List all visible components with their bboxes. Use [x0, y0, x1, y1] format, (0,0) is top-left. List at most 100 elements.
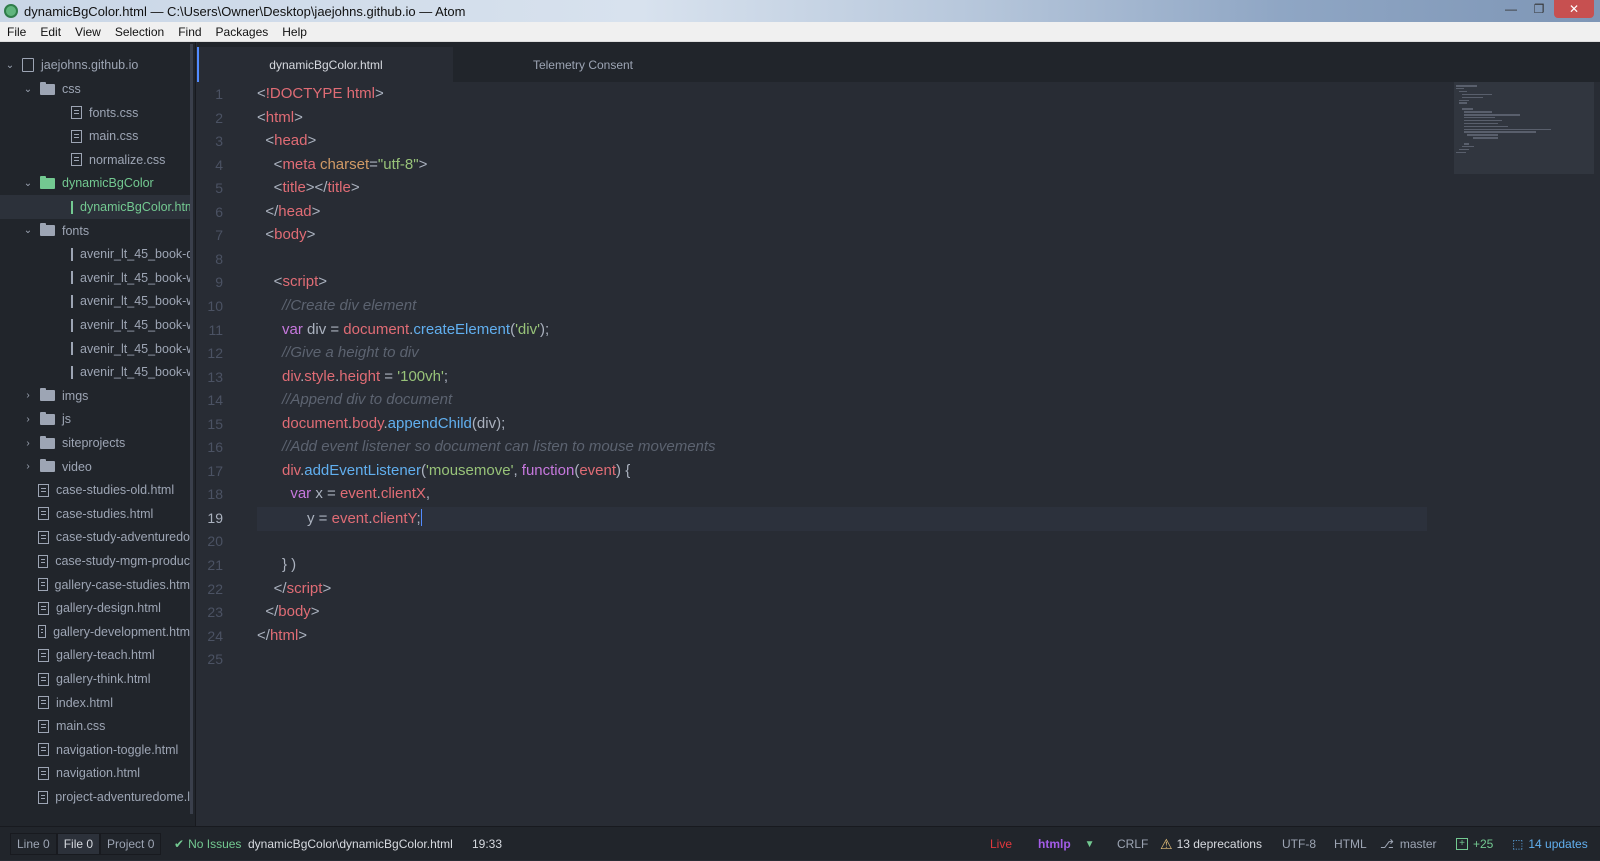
tree-folder[interactable]: › siteprojects	[0, 431, 190, 455]
code-line[interactable]: <html>	[257, 109, 303, 126]
menu-selection[interactable]: Selection	[108, 25, 171, 39]
tree-folder[interactable]: ⌄ css	[0, 77, 190, 101]
chevron-down-icon[interactable]: ⌄	[22, 178, 34, 189]
tree-file[interactable]: case-study-mgm-produc	[0, 549, 190, 573]
git-diff-status[interactable]: + +25	[1456, 827, 1493, 861]
deprecation-status[interactable]: ⚠ 13 deprecations	[1160, 827, 1262, 861]
menu-help[interactable]: Help	[275, 25, 314, 39]
tree-file[interactable]: avenir_lt_45_book-we	[0, 337, 190, 361]
package-updates[interactable]: ⬚ 14 updates	[1512, 827, 1588, 861]
tab-telemetry-consent[interactable]: Telemetry Consent	[455, 47, 711, 82]
code-line[interactable]: y = event.clientY;	[257, 508, 423, 527]
tree-file[interactable]: gallery-think.html	[0, 667, 190, 691]
linter-file-tab[interactable]: File 0	[56, 833, 101, 855]
tab-dynamicbgcolor[interactable]: dynamicBgColor.html	[197, 47, 453, 82]
code-line[interactable]: //Add event listener so document can lis…	[257, 438, 716, 455]
tree-file[interactable]: case-study-adventuredo	[0, 525, 190, 549]
chevron-right-icon[interactable]: ›	[22, 414, 34, 425]
code-line[interactable]: //Append div to document	[257, 391, 452, 408]
file-encoding[interactable]: UTF-8	[1282, 827, 1316, 861]
code-line[interactable]: </script>	[257, 580, 332, 597]
code-line[interactable]: <body>	[257, 226, 315, 243]
code-line[interactable]: } )	[257, 556, 296, 573]
tree-file[interactable]: index.html	[0, 691, 190, 715]
file-icon	[38, 790, 49, 804]
minimap[interactable]	[1454, 82, 1594, 174]
live-server-status[interactable]: Live	[990, 827, 1012, 861]
tree-file[interactable]: navigation-toggle.html	[0, 738, 190, 762]
window-title: dynamicBgColor.html — C:\Users\Owner\Des…	[24, 3, 466, 19]
file-icon	[38, 578, 48, 592]
linter-line-tab[interactable]: Line 0	[10, 833, 57, 855]
tree-file[interactable]: navigation.html	[0, 761, 190, 785]
linter-status[interactable]: ✔ No Issues	[174, 827, 241, 861]
code-line[interactable]: </html>	[257, 627, 307, 644]
tree-file[interactable]: avenir_lt_45_book-we	[0, 266, 190, 290]
tree-file[interactable]: project-adventuredome.l	[0, 785, 190, 809]
tree-file[interactable]: main.css	[0, 714, 190, 738]
linter-project-tab[interactable]: Project 0	[100, 833, 162, 855]
line-number: 17	[207, 462, 223, 479]
menu-packages[interactable]: Packages	[209, 25, 276, 39]
tree-item-label: video	[62, 459, 92, 474]
minimize-button[interactable]: —	[1498, 0, 1524, 18]
code-line[interactable]: <script>	[257, 273, 327, 290]
close-button[interactable]: ✕	[1554, 0, 1594, 18]
tree-scrollbar[interactable]	[190, 44, 193, 814]
code-line[interactable]: //Create div element	[257, 297, 416, 314]
code-line[interactable]: div.addEventListener('mousemove', functi…	[257, 462, 630, 479]
tree-file[interactable]: gallery-case-studies.htm	[0, 573, 190, 597]
menu-view[interactable]: View	[68, 25, 108, 39]
tree-folder[interactable]: › imgs	[0, 384, 190, 408]
code-line[interactable]: </head>	[257, 203, 320, 220]
code-token: (div);	[471, 414, 506, 432]
text-editor[interactable]: 1 2 3 4 5 6 7 8 9 10 11 12 13 14 15 16 17 18 19 20 21 22 23 24 2…	[197, 82, 1600, 826]
tree-folder[interactable]: ⌄ dynamicBgColor	[0, 171, 190, 195]
git-branch[interactable]: ⎇ master	[1380, 827, 1437, 861]
chevron-right-icon[interactable]: ›	[22, 438, 34, 449]
tree-file[interactable]: gallery-design.html	[0, 596, 190, 620]
code-line[interactable]: <title></title>	[257, 179, 360, 196]
code-line[interactable]: </body>	[257, 603, 319, 620]
tree-folder[interactable]: ⌄ fonts	[0, 219, 190, 243]
tree-file[interactable]: fonts.css	[0, 101, 190, 125]
line-ending[interactable]: CRLF	[1117, 827, 1148, 861]
tree-root[interactable]: ⌄ jaejohns.github.io	[0, 53, 190, 77]
tree-file[interactable]: dynamicBgColor.html	[0, 195, 190, 219]
code-line[interactable]: var x = event.clientX,	[257, 485, 430, 502]
tree-file[interactable]: avenir_lt_45_book-we	[0, 313, 190, 337]
cursor-position[interactable]: 19:33	[472, 827, 502, 861]
grammar-selector[interactable]: HTML	[1334, 827, 1367, 861]
menu-edit[interactable]: Edit	[33, 25, 68, 39]
tree-folder[interactable]: › js	[0, 407, 190, 431]
tree-file[interactable]: gallery-teach.html	[0, 643, 190, 667]
code-token: charset	[319, 155, 370, 173]
chevron-down-icon[interactable]: ⌄	[22, 84, 34, 95]
tree-file[interactable]: gallery-development.htm	[0, 620, 190, 644]
code-line[interactable]: <meta charset="utf-8">	[257, 155, 428, 173]
tree-file[interactable]: main.css	[0, 124, 190, 148]
code-line[interactable]: //Give a height to div	[257, 344, 419, 361]
tree-file[interactable]: case-studies-old.html	[0, 478, 190, 502]
file-path[interactable]: dynamicBgColor\dynamicBgColor.html	[248, 827, 453, 861]
tree-file[interactable]: avenir_lt_45_book-we	[0, 360, 190, 384]
code-line[interactable]: document.body.appendChild(div);	[257, 415, 505, 432]
code-line[interactable]: div.style.height = '100vh';	[257, 368, 448, 385]
maximize-button[interactable]: ❐	[1526, 0, 1552, 18]
minimap-line	[1464, 116, 1496, 119]
code-line[interactable]: <!DOCTYPE html>	[257, 85, 384, 102]
menu-find[interactable]: Find	[171, 25, 208, 39]
tree-folder[interactable]: › video	[0, 455, 190, 479]
tree-file[interactable]: normalize.css	[0, 148, 190, 172]
tree-file[interactable]: avenir_lt_45_book-de	[0, 242, 190, 266]
tree-item-label: main.css	[56, 719, 106, 734]
code-line[interactable]: <head>	[257, 132, 316, 149]
htmlp-status[interactable]: htmlp ▼	[1038, 827, 1095, 861]
chevron-down-icon[interactable]: ⌄	[22, 225, 34, 236]
code-line[interactable]: var div = document.createElement('div');	[257, 321, 549, 338]
chevron-right-icon[interactable]: ›	[22, 390, 34, 401]
menu-file[interactable]: File	[0, 25, 33, 39]
tree-file[interactable]: case-studies.html	[0, 502, 190, 526]
tree-file[interactable]: avenir_lt_45_book-we	[0, 289, 190, 313]
chevron-right-icon[interactable]: ›	[22, 461, 34, 472]
